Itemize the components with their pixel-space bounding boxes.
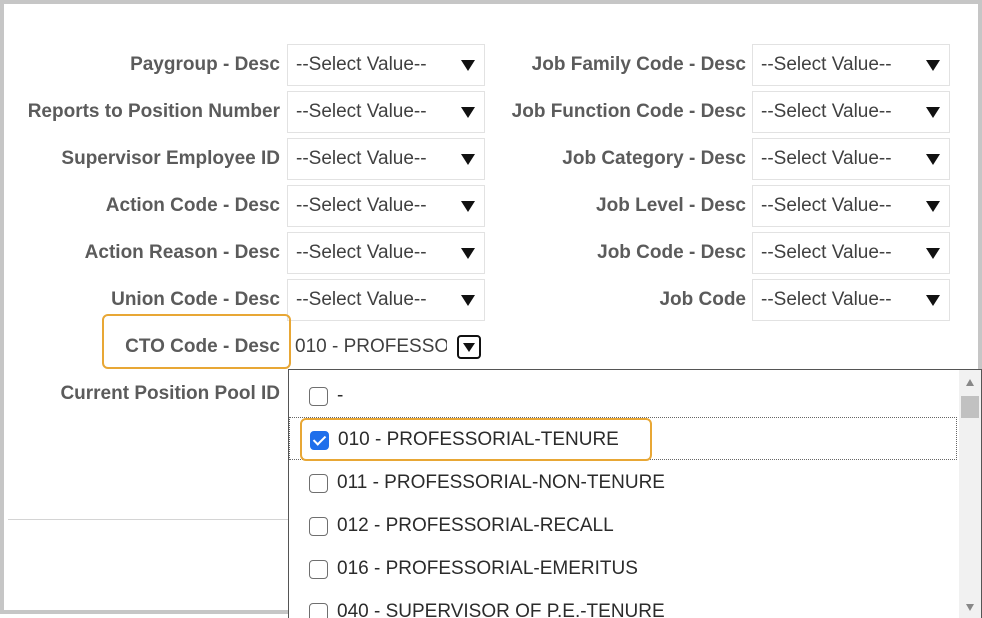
- checkbox-icon[interactable]: [309, 517, 328, 536]
- label-action-code: Action Code - Desc: [105, 195, 280, 216]
- select-value: --Select Value--: [761, 242, 892, 263]
- label-job-level: Job Level - Desc: [596, 195, 746, 216]
- select-cto-code[interactable]: 010 - PROFESSO: [287, 326, 485, 368]
- label-reports-to-position: Reports to Position Number: [27, 101, 280, 122]
- triangle-down-icon: [461, 154, 475, 165]
- select-job-code-desc[interactable]: --Select Value--: [752, 232, 950, 274]
- checkbox-icon[interactable]: [309, 387, 328, 406]
- triangle-down-icon: [461, 248, 475, 259]
- select-value: --Select Value--: [296, 148, 427, 169]
- select-job-family-code[interactable]: --Select Value--: [752, 44, 950, 86]
- selected-option-highlight: [300, 418, 652, 461]
- dropdown-scrollbar[interactable]: [959, 370, 981, 618]
- option-011-professorial-non-tenure[interactable]: 011 - PROFESSORIAL-NON-TENURE: [289, 461, 957, 504]
- label-job-category: Job Category - Desc: [562, 148, 746, 169]
- label-job-family-code: Job Family Code - Desc: [531, 54, 746, 75]
- triangle-down-icon: [926, 60, 940, 71]
- triangle-down-icon: [926, 295, 940, 306]
- label-job-code-desc: Job Code - Desc: [597, 242, 746, 263]
- cto-options-dropdown[interactable]: - 010 - PROFESSORIAL-TENURE 011 - PROFES…: [288, 369, 982, 618]
- checkbox-icon[interactable]: [309, 603, 328, 618]
- select-value: --Select Value--: [761, 101, 892, 122]
- select-job-category[interactable]: --Select Value--: [752, 138, 950, 180]
- scroll-down-icon[interactable]: [966, 604, 974, 611]
- option-label: 016 - PROFESSORIAL-EMERITUS: [337, 558, 638, 579]
- cto-dropdown-toggle[interactable]: [457, 335, 481, 359]
- select-action-code[interactable]: --Select Value--: [287, 185, 485, 227]
- option-016-professorial-emeritus[interactable]: 016 - PROFESSORIAL-EMERITUS: [289, 547, 957, 590]
- select-supervisor-employee-id[interactable]: --Select Value--: [287, 138, 485, 180]
- select-paygroup[interactable]: --Select Value--: [287, 44, 485, 86]
- select-value: --Select Value--: [761, 148, 892, 169]
- select-action-reason[interactable]: --Select Value--: [287, 232, 485, 274]
- triangle-down-icon: [463, 343, 475, 352]
- scroll-thumb[interactable]: [961, 396, 979, 418]
- label-job-function-code: Job Function Code - Desc: [511, 101, 746, 122]
- scroll-up-icon[interactable]: [966, 379, 974, 386]
- triangle-down-icon: [926, 201, 940, 212]
- checkbox-icon[interactable]: [309, 474, 328, 493]
- select-value: --Select Value--: [296, 242, 427, 263]
- select-value: --Select Value--: [761, 195, 892, 216]
- label-paygroup: Paygroup - Desc: [130, 54, 280, 75]
- label-current-position-pool: Current Position Pool ID: [60, 383, 280, 404]
- cto-selected-value: 010 - PROFESSO: [295, 336, 447, 357]
- select-job-code[interactable]: --Select Value--: [752, 279, 950, 321]
- option-label: 012 - PROFESSORIAL-RECALL: [337, 515, 614, 536]
- triangle-down-icon: [926, 154, 940, 165]
- triangle-down-icon: [461, 60, 475, 71]
- label-action-reason: Action Reason - Desc: [84, 242, 280, 263]
- select-union-code[interactable]: --Select Value--: [287, 279, 485, 321]
- triangle-down-icon: [461, 201, 475, 212]
- checkbox-icon[interactable]: [309, 560, 328, 579]
- label-job-code: Job Code: [659, 289, 746, 310]
- triangle-down-icon: [461, 107, 475, 118]
- select-value: --Select Value--: [296, 101, 427, 122]
- select-value: --Select Value--: [296, 195, 427, 216]
- select-reports-to-position[interactable]: --Select Value--: [287, 91, 485, 133]
- option-label: -: [337, 385, 344, 406]
- select-value: --Select Value--: [761, 289, 892, 310]
- option-label: 011 - PROFESSORIAL-NON-TENURE: [337, 472, 665, 493]
- select-value: --Select Value--: [296, 54, 427, 75]
- select-value: --Select Value--: [761, 54, 892, 75]
- triangle-down-icon: [926, 248, 940, 259]
- label-supervisor-employee-id: Supervisor Employee ID: [61, 148, 280, 169]
- option-blank[interactable]: -: [289, 374, 957, 417]
- option-012-professorial-recall[interactable]: 012 - PROFESSORIAL-RECALL: [289, 504, 957, 547]
- form-panel: Paygroup - Desc --Select Value-- Reports…: [0, 0, 982, 618]
- label-cto-code: CTO Code - Desc: [125, 336, 280, 357]
- select-value: --Select Value--: [296, 289, 427, 310]
- select-job-level[interactable]: --Select Value--: [752, 185, 950, 227]
- triangle-down-icon: [926, 107, 940, 118]
- divider: [8, 519, 290, 520]
- select-job-function-code[interactable]: --Select Value--: [752, 91, 950, 133]
- triangle-down-icon: [461, 295, 475, 306]
